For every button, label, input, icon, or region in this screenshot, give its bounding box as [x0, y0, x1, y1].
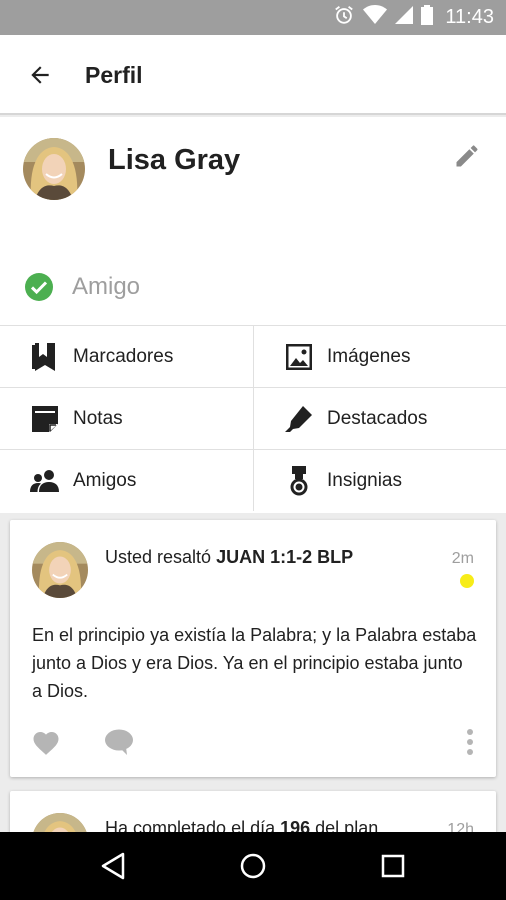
menu-item-notas[interactable]: Notas [0, 387, 253, 449]
battery-icon [421, 5, 434, 30]
alarm-icon [333, 4, 355, 31]
menu-item-imagenes[interactable]: Imágenes [253, 325, 506, 387]
badge-medal-icon [284, 465, 314, 496]
profile-header: Lisa Gray Amigo [0, 117, 506, 325]
friend-status[interactable]: Amigo [24, 272, 140, 302]
menu-item-label: Insignias [327, 469, 402, 491]
friend-status-label: Amigo [72, 273, 141, 300]
heart-icon [33, 732, 59, 755]
like-button[interactable] [30, 726, 62, 758]
status-time: 11:43 [445, 6, 494, 28]
bookmark-icon [30, 342, 60, 372]
avatar[interactable] [23, 138, 85, 200]
check-circle-icon [25, 273, 53, 301]
comment-button[interactable] [103, 726, 135, 758]
signal-icon [395, 6, 414, 29]
image-icon [284, 342, 314, 372]
menu-item-amigos[interactable]: Amigos [0, 449, 253, 511]
feed-timestamp: 2m [451, 550, 474, 567]
note-icon [30, 404, 60, 434]
menu-item-label: Destacados [327, 407, 428, 429]
menu-item-label: Imágenes [327, 345, 411, 367]
arrow-back-icon [31, 66, 49, 84]
edit-profile-button[interactable] [450, 139, 484, 173]
pencil-icon [456, 145, 478, 167]
back-button[interactable] [22, 57, 58, 93]
wifi-icon [363, 4, 388, 30]
nav-home-button[interactable] [236, 849, 270, 883]
people-icon [30, 466, 60, 496]
avatar[interactable] [32, 542, 88, 598]
highlighter-icon [284, 404, 314, 434]
status-icons: 11:43 [333, 0, 494, 35]
highlight-color-dot [460, 574, 474, 588]
feed-card[interactable]: Usted resaltó JUAN 1:1-2 BLP 2m En el pr… [10, 520, 496, 777]
feed-reference-link[interactable]: JUAN 1:1-2 BLP [216, 547, 353, 567]
comment-icon [105, 729, 133, 755]
menu-item-label: Amigos [73, 469, 137, 491]
menu-item-label: Notas [73, 407, 123, 429]
more-options-button[interactable] [458, 725, 482, 759]
feed-verse-text: En el principio ya existía la Palabra; y… [32, 625, 477, 701]
nav-back-icon [101, 852, 125, 880]
profile-menu-grid: Marcadores Imágenes Notas Destacados Ami… [0, 325, 506, 513]
menu-item-destacados[interactable]: Destacados [253, 387, 506, 449]
nav-back-button[interactable] [96, 849, 130, 883]
page-title: Perfil [85, 62, 143, 88]
app-bar: Perfil [0, 35, 506, 115]
profile-name: Lisa Gray [108, 144, 241, 176]
menu-item-marcadores[interactable]: Marcadores [0, 325, 253, 387]
menu-item-label: Marcadores [73, 345, 174, 367]
nav-home-icon [240, 853, 266, 879]
feed-headline: Usted resaltó JUAN 1:1-2 BLP [105, 547, 353, 568]
nav-recents-icon [381, 854, 405, 878]
system-nav-bar [0, 832, 506, 900]
feed-headline-text: Usted resaltó [105, 547, 217, 567]
menu-item-insignias[interactable]: Insignias [253, 449, 506, 511]
status-bar: 11:43 [0, 0, 506, 35]
more-vert-icon [467, 729, 473, 755]
nav-recents-button[interactable] [376, 849, 410, 883]
